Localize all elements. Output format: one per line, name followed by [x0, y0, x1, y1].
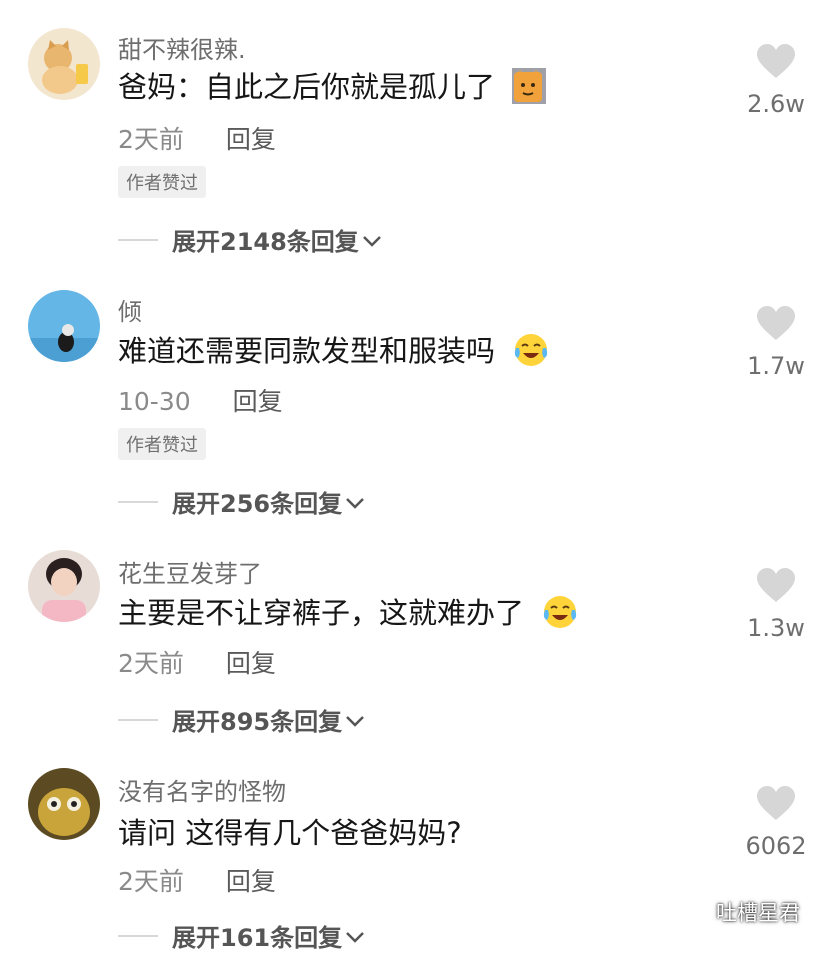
reply-button[interactable]: 回复: [226, 649, 276, 678]
username[interactable]: 甜不辣很辣.: [118, 30, 246, 65]
heart-icon: [756, 786, 796, 826]
watermark-text: 吐槽星君: [716, 900, 800, 925]
heart-icon: [756, 568, 796, 608]
author-liked-badge: 作者赞过: [118, 428, 206, 460]
avatar[interactable]: [28, 28, 100, 100]
chevron-down-icon: [344, 488, 366, 516]
like-count: 1.7w: [747, 352, 805, 380]
divider-line: [118, 238, 158, 241]
username[interactable]: 倾: [118, 292, 142, 327]
chevron-down-icon: [361, 226, 383, 254]
comment-time: 2天前: [118, 649, 184, 678]
expand-replies-button[interactable]: 展开256条回复: [118, 484, 366, 519]
comment-text-content: 爸妈：自此之后你就是孤儿了: [118, 70, 496, 104]
wechat-official-account-icon: [680, 896, 710, 927]
comment-meta: 10-30 回复: [118, 382, 283, 418]
crying-laughing-emoji: [512, 332, 550, 375]
like-button[interactable]: 1.7w: [740, 306, 812, 380]
comment-text: 爸妈：自此之后你就是孤儿了: [118, 64, 547, 111]
heart-icon: [756, 306, 796, 346]
username[interactable]: 花生豆发芽了: [118, 554, 262, 589]
divider-line: [118, 500, 158, 503]
like-count: 6062: [745, 832, 807, 860]
divider-line: [118, 934, 158, 937]
like-button[interactable]: 2.6w: [740, 44, 812, 118]
comment-text: 请问 这得有几个爸爸妈妈?: [118, 810, 462, 852]
author-liked-badge: 作者赞过: [118, 166, 206, 198]
comment-text-content: 请问 这得有几个爸爸妈妈?: [118, 816, 462, 850]
like-count: 1.3w: [747, 614, 805, 642]
expand-replies-label: 展开895条回复: [172, 708, 343, 736]
avatar[interactable]: [28, 290, 100, 362]
watermark: 吐槽星君: [680, 896, 800, 927]
avatar[interactable]: [28, 550, 100, 622]
comment-text: 难道还需要同款发型和服装吗: [118, 328, 550, 375]
comment-text-content: 难道还需要同款发型和服装吗: [118, 334, 496, 368]
expand-replies-label: 展开256条回复: [172, 490, 343, 518]
comment-time: 2天前: [118, 867, 184, 896]
username[interactable]: 没有名字的怪物: [118, 772, 286, 807]
expand-replies-label: 展开2148条回复: [172, 228, 359, 256]
crying-laughing-emoji: [541, 594, 579, 637]
like-button[interactable]: 1.3w: [740, 568, 812, 642]
expand-replies-button[interactable]: 展开2148条回复: [118, 222, 383, 257]
comment-text: 主要是不让穿裤子，这就难办了: [118, 590, 579, 637]
like-button[interactable]: 6062: [740, 786, 812, 860]
heart-icon: [756, 44, 796, 84]
chevron-down-icon: [344, 922, 366, 950]
comment-time: 2天前: [118, 125, 184, 154]
reply-button[interactable]: 回复: [226, 125, 276, 154]
divider-line: [118, 718, 158, 721]
cat-face-emoji: [512, 67, 547, 111]
like-count: 2.6w: [747, 90, 805, 118]
comment-meta: 2天前 回复: [118, 644, 276, 680]
reply-button[interactable]: 回复: [233, 387, 283, 416]
comment-time: 10-30: [118, 387, 191, 416]
comment-text-content: 主要是不让穿裤子，这就难办了: [118, 596, 525, 630]
avatar[interactable]: [28, 768, 100, 840]
comment-meta: 2天前 回复: [118, 120, 276, 156]
comment-meta: 2天前 回复: [118, 862, 276, 898]
chevron-down-icon: [344, 706, 366, 734]
expand-replies-button[interactable]: 展开895条回复: [118, 702, 366, 737]
reply-button[interactable]: 回复: [226, 867, 276, 896]
